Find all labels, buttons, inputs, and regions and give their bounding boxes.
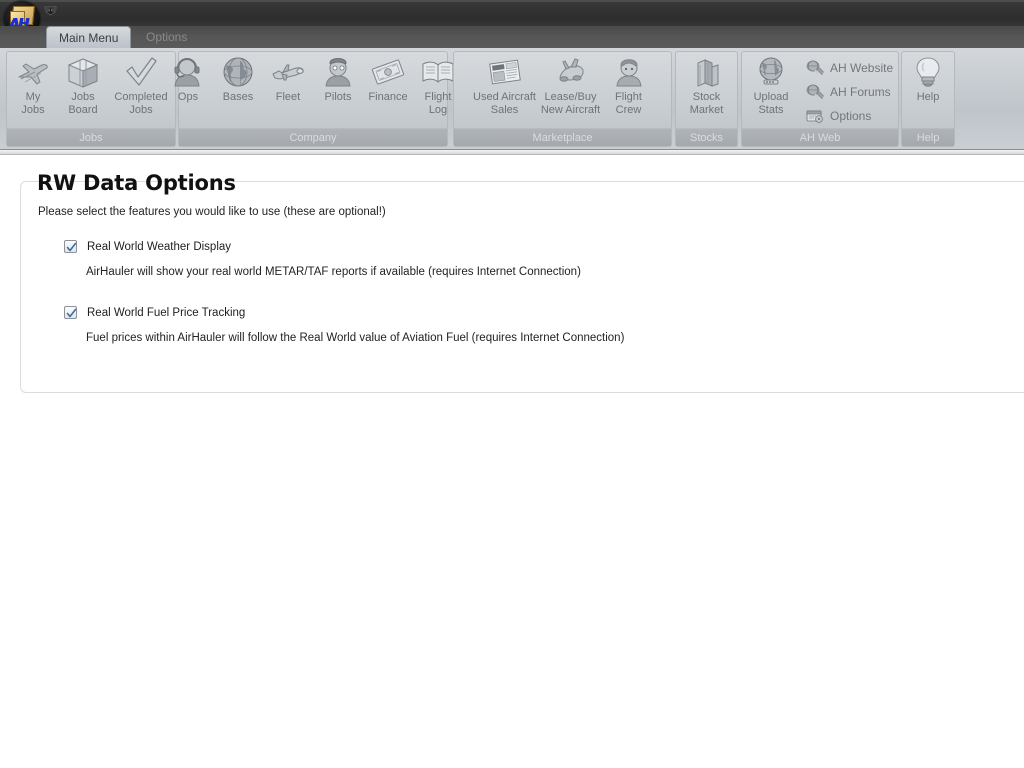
forums-icon xyxy=(806,83,824,101)
option-weather-label: Real World Weather Display xyxy=(87,240,232,253)
ribbon-group-stocks: Stock Market Stocks xyxy=(675,51,738,147)
ribbon-button-lease-buy-new-aircraft[interactable]: Lease/Buy New Aircraft xyxy=(538,52,604,128)
check-icon xyxy=(66,242,77,252)
ribbon-button-help[interactable]: Help xyxy=(903,52,953,128)
page-title: RW Data Options xyxy=(37,171,236,195)
package-box-icon xyxy=(65,55,101,89)
ribbon-button-upload-stats[interactable]: Upload Stats xyxy=(746,52,796,128)
ribbon-group-jobs-items: My Jobs Jobs Board Completed Jobs xyxy=(7,52,175,128)
aircraft-icon xyxy=(270,55,306,89)
check-mark-icon xyxy=(123,55,159,89)
ribbon-button-finance[interactable]: Finance xyxy=(363,52,413,128)
globe-icon xyxy=(220,55,256,89)
title-bar-highlight xyxy=(0,0,1024,2)
ribbon-button-ah-website-label: AH Website xyxy=(830,61,894,75)
ribbon-button-lease-buy-new-aircraft-label: Lease/Buy New Aircraft xyxy=(540,91,601,116)
ribbon-button-stock-market-label: Stock Market xyxy=(689,91,724,116)
checkbox-real-world-weather[interactable] xyxy=(64,240,77,253)
ribbon-button-fleet-label: Fleet xyxy=(275,91,301,103)
checkbox-real-world-fuel-price[interactable] xyxy=(64,306,77,319)
ribbon-ah-web-small-buttons: AH Website AH Forums Options xyxy=(802,52,897,128)
option-weather-description: AirHauler will show your real world META… xyxy=(86,266,581,278)
ribbon-button-bases[interactable]: Bases xyxy=(213,52,263,128)
ribbon-group-company-items: Ops Bases Fleet Pilots Finance Flight Lo… xyxy=(174,52,454,128)
option-fuel-checkbox-line[interactable]: Real World Fuel Price Tracking xyxy=(64,306,245,319)
ribbon-group-ah-web-caption: AH Web xyxy=(742,128,898,146)
option-weather-checkbox-line[interactable]: Real World Weather Display xyxy=(64,240,231,253)
ribbon-button-flight-crew-label: Flight Crew xyxy=(615,91,642,116)
ribbon-group-stocks-items: Stock Market xyxy=(676,52,737,128)
ribbon-group-ah-web: Upload Stats AH Website AH Forums Option… xyxy=(741,51,899,147)
ribbon-button-used-aircraft-sales[interactable]: Used Aircraft Sales xyxy=(472,52,538,128)
ribbon-group-ah-web-items: Upload Stats AH Website AH Forums Option… xyxy=(742,52,898,128)
ribbon-group-help: Help Help xyxy=(901,51,955,147)
tab-main-menu[interactable]: Main Menu xyxy=(46,26,132,48)
ribbon-group-marketplace-caption: Marketplace xyxy=(454,128,671,146)
ribbon-group-jobs-caption: Jobs xyxy=(7,128,175,146)
ribbon-button-pilots-label: Pilots xyxy=(324,91,352,103)
ribbon-button-my-jobs[interactable]: My Jobs xyxy=(8,52,58,128)
open-book-icon xyxy=(420,55,456,89)
ribbon-group-help-caption: Help xyxy=(902,128,954,146)
ribbon-button-ops[interactable]: Ops xyxy=(163,52,213,128)
ribbon-button-options-label: Options xyxy=(830,109,872,123)
newspaper-ads-icon xyxy=(487,55,523,89)
ribbon-button-my-jobs-label: My Jobs xyxy=(21,91,45,116)
ribbon-button-ah-forums[interactable]: AH Forums xyxy=(802,80,897,104)
web-link-icon xyxy=(806,59,824,77)
ribbon-group-marketplace-items: Used Aircraft Sales Lease/Buy New Aircraft xyxy=(454,52,671,128)
ribbon-group-marketplace: Used Aircraft Sales Lease/Buy New Aircraft xyxy=(453,51,672,147)
ribbon-button-used-aircraft-sales-label: Used Aircraft Sales xyxy=(473,91,536,116)
option-fuel-description: Fuel prices within AirHauler will follow… xyxy=(86,332,625,344)
ribbon-group-jobs: My Jobs Jobs Board Completed Jobs Jobs xyxy=(6,51,176,147)
new-aircraft-icon xyxy=(553,55,589,89)
ribbon-button-ah-website[interactable]: AH Website xyxy=(802,56,897,80)
money-cheque-icon xyxy=(370,55,406,89)
content-area: RW Data Options Please select the featur… xyxy=(0,155,1024,768)
pilot-person-icon xyxy=(320,55,356,89)
intro-text: Please select the features you would lik… xyxy=(38,206,386,218)
ribbon-button-flight-crew[interactable]: Flight Crew xyxy=(604,52,654,128)
airplane-icon xyxy=(15,55,51,89)
option-fuel-label: Real World Fuel Price Tracking xyxy=(87,306,246,319)
tab-options[interactable]: Options xyxy=(134,26,199,48)
ribbon-button-finance-label: Finance xyxy=(368,91,408,103)
option-row-weather: Real World Weather Display xyxy=(64,240,231,253)
ribbon-group-stocks-caption: Stocks xyxy=(676,128,737,146)
ribbon-group-help-items: Help xyxy=(902,52,954,128)
ribbon-button-help-label: Help xyxy=(916,91,940,103)
ribbon-button-stock-market[interactable]: Stock Market xyxy=(682,52,732,128)
crew-person-icon xyxy=(611,55,647,89)
headset-operator-icon xyxy=(170,55,206,89)
title-bar xyxy=(0,0,1024,26)
stock-bars-icon xyxy=(689,55,725,89)
upload-globe-icon xyxy=(753,55,789,89)
ribbon-tab-strip: Main Menu Options xyxy=(0,26,1024,48)
ribbon-button-fleet[interactable]: Fleet xyxy=(263,52,313,128)
ribbon-button-options[interactable]: Options xyxy=(802,104,897,128)
check-icon xyxy=(66,308,77,318)
ribbon-button-ops-label: Ops xyxy=(177,91,199,103)
ribbon-button-ah-forums-label: AH Forums xyxy=(830,85,891,99)
option-row-fuel: Real World Fuel Price Tracking xyxy=(64,306,245,319)
chevron-down-icon[interactable] xyxy=(44,5,57,16)
ribbon-button-jobs-board-label: Jobs Board xyxy=(68,91,98,116)
ribbon-group-company-caption: Company xyxy=(179,128,447,146)
ribbon: My Jobs Jobs Board Completed Jobs Jobs O… xyxy=(0,48,1024,150)
ribbon-button-jobs-board[interactable]: Jobs Board xyxy=(58,52,108,128)
options-window-icon xyxy=(806,107,824,125)
ribbon-button-bases-label: Bases xyxy=(222,91,254,103)
ribbon-button-pilots[interactable]: Pilots xyxy=(313,52,363,128)
ribbon-button-upload-stats-label: Upload Stats xyxy=(753,91,789,116)
ribbon-group-company: Ops Bases Fleet Pilots Finance Flight Lo… xyxy=(174,51,454,147)
application-window: AH Main Menu Options My Jobs Jobs Board … xyxy=(0,0,1024,768)
lightbulb-icon xyxy=(910,55,946,89)
